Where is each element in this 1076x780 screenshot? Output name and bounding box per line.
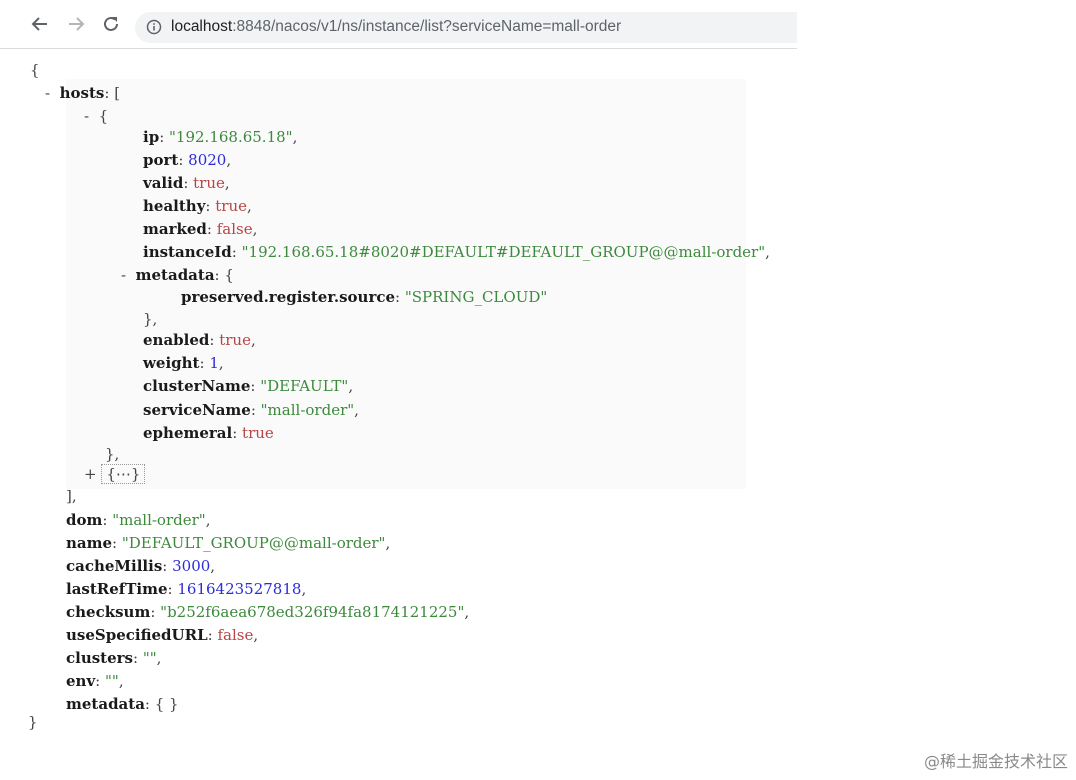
field-clusterName: clusterName: "DEFAULT", (143, 377, 354, 395)
host-item-collapse-toggle[interactable]: - (84, 107, 89, 125)
reload-button[interactable] (100, 13, 122, 35)
field-ephemeral: ephemeral: true (143, 424, 274, 442)
field-lastRefTime: lastRefTime: 1616423527818, (66, 580, 307, 598)
forward-arrow-icon (69, 17, 85, 31)
field-name: name: "DEFAULT_GROUP@@mall-order", (66, 534, 391, 552)
root-open-brace: { (30, 61, 40, 79)
field-healthy: healthy: true, (143, 197, 252, 215)
metadata-collapse-toggle[interactable]: - (121, 266, 126, 284)
field-weight: weight: 1, (143, 354, 224, 372)
metadata-close: }, (143, 310, 158, 328)
url-text[interactable]: localhost:8848/nacos/v1/ns/instance/list… (171, 18, 621, 36)
collapsed-object-placeholder[interactable]: {⋯} (101, 464, 146, 484)
field-dom: dom: "mall-order", (66, 511, 211, 529)
field-instanceId: instanceId: "192.168.65.18#8020#DEFAULT#… (143, 243, 770, 261)
browser-toolbar: localhost:8848/nacos/v1/ns/instance/list… (0, 0, 797, 49)
field-cacheMillis: cacheMillis: 3000, (66, 557, 216, 575)
url-path: :8848/nacos/v1/ns/instance/list?serviceN… (232, 18, 622, 35)
hosts-collapse-toggle[interactable]: - (45, 84, 50, 102)
root-close-brace: } (28, 713, 38, 731)
watermark: @稀土掘金技术社区 (923, 752, 1068, 771)
field-enabled: enabled: true, (143, 331, 256, 349)
field-checksum: checksum: "b252f6aea678ed326f94fa8174121… (66, 603, 470, 621)
host-item-open: - { (84, 107, 109, 125)
collapsed-item-expand-toggle[interactable]: + (84, 465, 97, 483)
hosts-close: ], (66, 487, 77, 505)
json-viewer: { - hosts: [ - { ip: "192.168.65.18", po… (0, 55, 1076, 735)
field-metadata-root: metadata: { } (66, 695, 179, 713)
field-clusters: clusters: "", (66, 649, 162, 667)
field-marked: marked: false, (143, 220, 258, 238)
field-env: env: "", (66, 672, 124, 690)
field-valid: valid: true, (143, 174, 230, 192)
url-host: localhost (171, 18, 233, 35)
field-serviceName: serviceName: "mall-order", (143, 401, 359, 419)
hosts-line: - hosts: [ (45, 84, 121, 102)
back-arrow-icon (31, 17, 47, 31)
field-ip: ip: "192.168.65.18", (143, 128, 298, 146)
info-icon[interactable] (146, 19, 162, 35)
field-metadata: - metadata: { (121, 266, 234, 284)
address-bar[interactable]: localhost:8848/nacos/v1/ns/instance/list… (135, 12, 797, 43)
field-preserved-register-source: preserved.register.source: "SPRING_CLOUD… (181, 288, 548, 306)
collapsed-host-item: + {⋯} (84, 463, 146, 486)
field-port: port: 8020, (143, 151, 232, 169)
reload-icon (104, 16, 118, 31)
back-button[interactable] (29, 13, 51, 35)
forward-button[interactable] (65, 13, 87, 35)
field-useSpecifiedURL: useSpecifiedURL: false, (66, 626, 259, 644)
